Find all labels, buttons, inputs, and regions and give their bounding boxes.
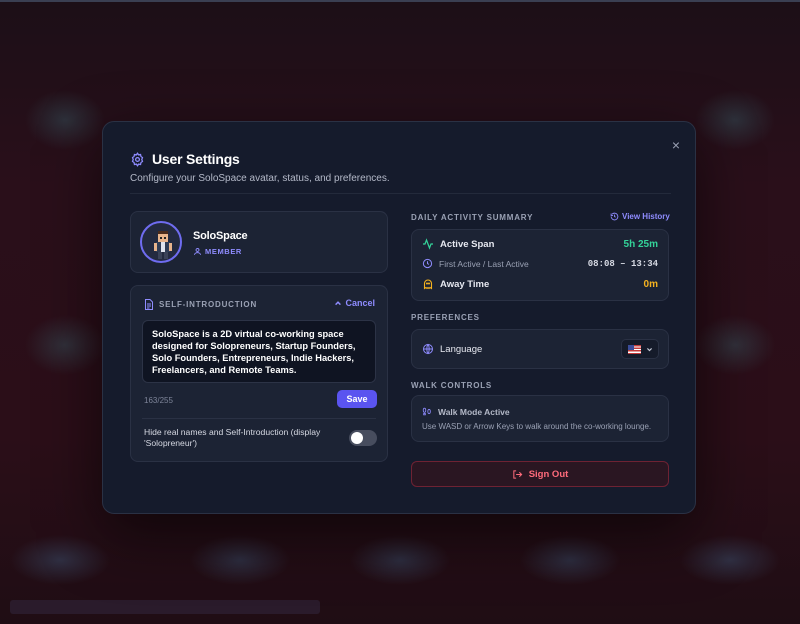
background-bar — [10, 600, 320, 614]
view-history-label: View History — [622, 212, 670, 221]
role-badge: MEMBER — [193, 247, 242, 256]
language-row: Language — [422, 343, 482, 355]
document-icon — [145, 299, 153, 310]
walk-mode-row: Walk Mode Active — [422, 406, 510, 417]
hide-names-label: Hide real names and Self-Introduction (d… — [144, 427, 321, 448]
view-history-link[interactable]: View History — [610, 212, 670, 221]
self-intro-textarea[interactable]: SoloSpace is a 2D virtual co-working spa… — [142, 320, 376, 383]
close-icon[interactable]: × — [669, 138, 683, 152]
active-span-label: Active Span — [440, 238, 495, 250]
activity-card: Active Span 5h 25m First Active / Last A… — [411, 229, 669, 301]
clock-icon — [422, 258, 433, 269]
modal-header: User Settings — [130, 151, 240, 167]
first-last-row: First Active / Last Active — [422, 258, 529, 269]
us-flag-icon — [627, 344, 641, 354]
sign-out-button[interactable]: Sign Out — [411, 461, 669, 487]
away-time-row: Away Time — [422, 278, 489, 290]
save-button[interactable]: Save — [337, 390, 377, 408]
walk-section-title: WALK CONTROLS — [411, 381, 493, 390]
sign-out-label: Sign Out — [528, 468, 569, 480]
walk-mode-label: Walk Mode Active — [438, 406, 510, 417]
modal-title: User Settings — [152, 151, 240, 167]
top-edge — [0, 0, 800, 2]
profile-card: SoloSpace MEMBER — [130, 211, 388, 273]
walk-hint: Use WASD or Arrow Keys to walk around th… — [422, 422, 652, 431]
walk-controls-card: Walk Mode Active Use WASD or Arrow Keys … — [411, 395, 669, 442]
globe-icon — [423, 343, 433, 355]
language-select[interactable] — [621, 339, 659, 359]
user-settings-modal: × User Settings Configure your SoloSpace… — [102, 121, 696, 514]
away-time-label: Away Time — [440, 278, 490, 290]
intro-divider — [142, 418, 376, 419]
user-icon — [194, 248, 201, 255]
history-icon — [610, 212, 619, 221]
footprints-icon — [422, 407, 431, 416]
activity-section-title: DAILY ACTIVITY SUMMARY — [411, 213, 534, 222]
avatar-sprite — [154, 231, 172, 259]
first-last-label: First Active / Last Active — [439, 258, 529, 269]
language-label: Language — [440, 343, 483, 355]
preferences-section-title: PREFERENCES — [411, 313, 480, 322]
cancel-label: Cancel — [345, 298, 375, 308]
away-time-value: 0m — [643, 279, 658, 290]
profile-name: SoloSpace — [193, 230, 248, 242]
toggle-knob — [351, 432, 363, 444]
self-intro-card: SELF-INTRODUCTION Cancel SoloSpace is a … — [130, 285, 388, 462]
logout-icon — [513, 469, 523, 479]
ghost-icon — [423, 279, 433, 290]
language-card: Language — [411, 329, 669, 369]
first-last-value: 08:08 – 13:34 — [587, 259, 658, 269]
avatar[interactable] — [140, 221, 182, 263]
pulse-icon — [423, 238, 433, 250]
active-span-value: 5h 25m — [623, 239, 658, 250]
character-counter: 163/255 — [144, 396, 173, 405]
chevron-down-icon — [646, 347, 652, 351]
chevron-up-icon — [335, 301, 342, 306]
self-intro-header: SELF-INTRODUCTION — [144, 299, 257, 310]
header-divider — [130, 193, 671, 194]
hide-names-toggle[interactable] — [349, 430, 377, 446]
active-span-row: Active Span — [422, 238, 494, 250]
cancel-button[interactable]: Cancel — [334, 298, 375, 308]
gear-icon — [131, 151, 144, 167]
self-intro-label: SELF-INTRODUCTION — [159, 300, 258, 309]
modal-subtitle: Configure your SoloSpace avatar, status,… — [130, 173, 390, 184]
role-label: MEMBER — [205, 247, 242, 256]
